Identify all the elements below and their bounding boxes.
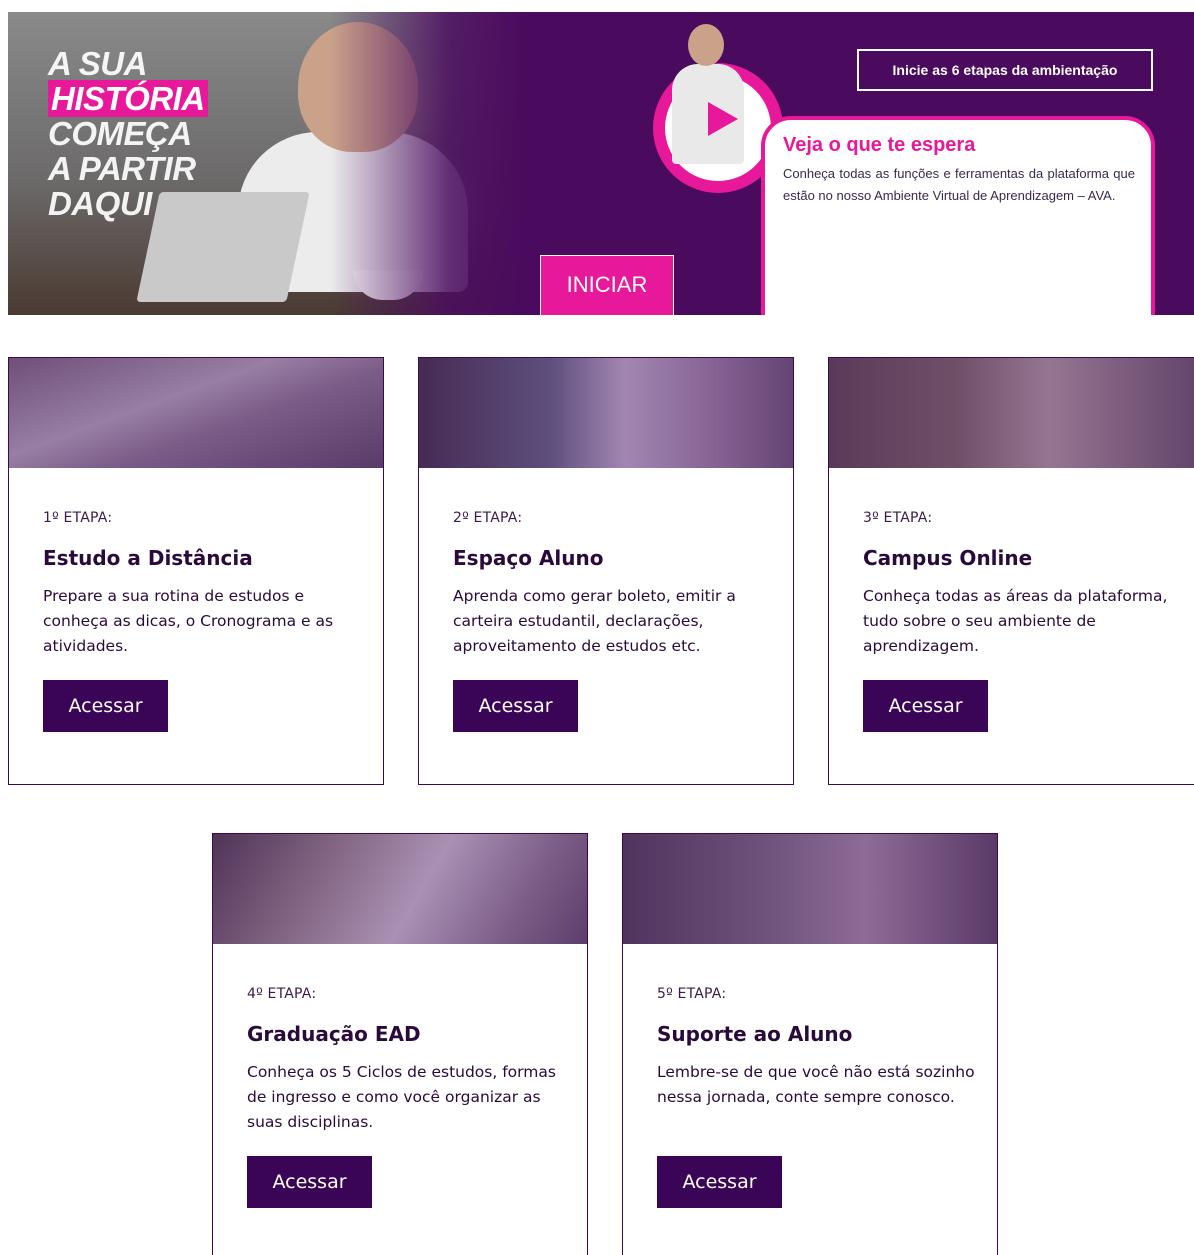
- card-title: Suporte ao Aluno: [657, 1022, 853, 1046]
- card-step-label: 4º ETAPA:: [247, 986, 317, 1002]
- card-title: Campus Online: [863, 546, 1033, 570]
- card-step-label: 1º ETAPA:: [43, 510, 113, 526]
- person-head: [298, 22, 418, 152]
- card-description: Conheça todas as áreas da plataforma, tu…: [863, 587, 1168, 655]
- steps-cta-button[interactable]: Inicie as 6 etapas da ambientação: [857, 49, 1153, 91]
- step-card-3: 3º ETAPA: Campus Online Conheça todas as…: [828, 357, 1194, 785]
- card-image: [623, 834, 997, 944]
- card-description: Conheça os 5 Ciclos de estudos, formas d…: [247, 1063, 556, 1131]
- person-shirt: [238, 132, 468, 292]
- card-description: Lembre-se de que você não está sozinho n…: [657, 1063, 975, 1106]
- card-image: [829, 358, 1194, 468]
- video-person-head: [688, 24, 724, 66]
- info-card: Veja o que te espera Conheça todas as fu…: [761, 116, 1155, 315]
- iniciar-button[interactable]: INICIAR: [540, 255, 674, 315]
- acessar-button[interactable]: Acessar: [247, 1156, 372, 1208]
- video-thumbnail-person[interactable]: [668, 24, 748, 164]
- slogan-line: A SUA: [48, 45, 147, 82]
- slogan-highlight: HISTÓRIA: [48, 80, 208, 117]
- info-text: Conheça todas as funções e ferramentas d…: [783, 166, 1135, 203]
- card-image: [9, 358, 383, 468]
- card-description: Aprenda como gerar boleto, emitir a cart…: [453, 587, 736, 655]
- step-card-1: 1º ETAPA: Estudo a Distância Prepare a s…: [8, 357, 384, 785]
- card-image: [419, 358, 793, 468]
- hero-banner: A SUA HISTÓRIA COMEÇA A PARTIR DAQUI INI…: [8, 12, 1194, 315]
- slogan-line: COMEÇA: [48, 115, 192, 152]
- card-step-label: 3º ETAPA:: [863, 510, 933, 526]
- step-card-5: 5º ETAPA: Suporte ao Aluno Lembre-se de …: [622, 833, 998, 1255]
- card-step-label: 2º ETAPA:: [453, 510, 523, 526]
- acessar-button[interactable]: Acessar: [453, 680, 578, 732]
- step-card-4: 4º ETAPA: Graduação EAD Conheça os 5 Cic…: [212, 833, 588, 1255]
- slogan-line: DAQUI: [48, 185, 152, 222]
- play-icon[interactable]: [708, 102, 738, 136]
- acessar-button[interactable]: Acessar: [863, 680, 988, 732]
- step-card-2: 2º ETAPA: Espaço Aluno Aprenda como gera…: [418, 357, 794, 785]
- card-title: Estudo a Distância: [43, 546, 253, 570]
- info-title: Veja o que te espera: [783, 134, 976, 156]
- acessar-button[interactable]: Acessar: [657, 1156, 782, 1208]
- card-title: Espaço Aluno: [453, 546, 604, 570]
- card-image: [213, 834, 587, 944]
- acessar-button[interactable]: Acessar: [43, 680, 168, 732]
- coffee-cup-image: [353, 270, 423, 300]
- card-title: Graduação EAD: [247, 1022, 421, 1046]
- hero-slogan: A SUA HISTÓRIA COMEÇA A PARTIR DAQUI: [48, 46, 208, 221]
- card-description: Prepare a sua rotina de estudos e conheç…: [43, 587, 334, 655]
- slogan-line: A PARTIR: [48, 150, 196, 187]
- card-step-label: 5º ETAPA:: [657, 986, 727, 1002]
